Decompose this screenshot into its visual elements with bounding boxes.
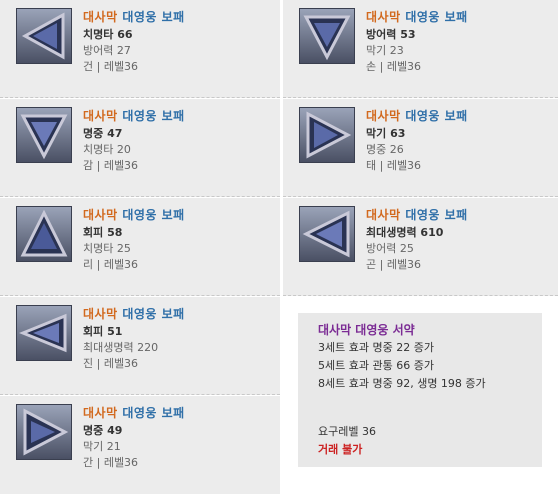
item-name: 대사막 대영웅 보패 [83,307,185,321]
bopae-triangle-icon [299,206,355,262]
item-card-2[interactable]: 대사막 대영웅 보패 방어력 53 막기 23 손 | 레벨36 [283,0,558,98]
item-slot-level: 간 | 레벨36 [83,456,139,469]
item-name: 대사막 대영웅 보패 [366,208,468,222]
item-main-stat: 치명타 66 [83,28,133,41]
item-sub-stat: 막기 23 [366,44,404,57]
set-effect-8: 8세트 효과 명중 92, 생명 198 증가 [318,377,486,390]
item-card-1[interactable]: 대사막 대영웅 보패 치명타 66 방어력 27 건 | 레벨36 [0,0,280,98]
bopae-triangle-icon [16,8,72,64]
bopae-triangle-icon [16,404,72,460]
bopae-triangle-icon [299,8,355,64]
bopae-triangle-icon [16,107,72,163]
item-name: 대사막 대영웅 보패 [83,208,185,222]
bopae-triangle-icon [299,107,355,163]
set-title: 대사막 대영웅 서약 [318,323,415,337]
item-slot-level: 감 | 레벨36 [83,159,139,172]
item-name: 대사막 대영웅 보패 [83,406,185,420]
item-sub-stat: 막기 21 [83,440,121,453]
item-name: 대사막 대영웅 보패 [366,10,468,24]
item-slot-level: 태 | 레벨36 [366,159,422,172]
item-main-stat: 최대생명력 610 [366,226,444,239]
set-effect-5: 5세트 효과 관통 66 증가 [318,359,434,372]
bopae-triangle-icon [16,206,72,262]
item-card-3[interactable]: 대사막 대영웅 보패 명중 47 치명타 20 감 | 레벨36 [0,99,280,197]
item-name: 대사막 대영웅 보패 [83,10,185,24]
item-slot-level: 진 | 레벨36 [83,357,139,370]
item-sub-stat: 치명타 20 [83,143,131,156]
item-slot-level: 리 | 레벨36 [83,258,139,271]
item-card-6[interactable]: 대사막 대영웅 보패 최대생명력 610 방어력 25 곤 | 레벨36 [283,198,558,296]
item-main-stat: 회피 58 [83,226,123,239]
item-main-stat: 명중 47 [83,127,123,140]
set-effect-panel: 대사막 대영웅 서약 3세트 효과 명중 22 증가 5세트 효과 관통 66 … [298,313,542,467]
set-effect-3: 3세트 효과 명중 22 증가 [318,341,434,354]
required-level: 요구레벨 36 [318,425,376,438]
item-sub-stat: 방어력 25 [366,242,414,255]
item-slot-level: 손 | 레벨36 [366,60,422,73]
item-name: 대사막 대영웅 보패 [366,109,468,123]
item-card-8[interactable]: 대사막 대영웅 보패 명중 49 막기 21 간 | 레벨36 [0,396,280,494]
item-sub-stat: 치명타 25 [83,242,131,255]
item-slot-level: 곤 | 레벨36 [366,258,422,271]
item-card-4[interactable]: 대사막 대영웅 보패 막기 63 명중 26 태 | 레벨36 [283,99,558,197]
item-card-5[interactable]: 대사막 대영웅 보패 회피 58 치명타 25 리 | 레벨36 [0,198,280,296]
trade-status: 거래 불가 [318,443,363,456]
item-card-7[interactable]: 대사막 대영웅 보패 회피 51 최대생명력 220 진 | 레벨36 [0,297,280,395]
item-sub-stat: 최대생명력 220 [83,341,159,354]
item-sub-stat: 명중 26 [366,143,404,156]
item-main-stat: 명중 49 [83,424,123,437]
item-main-stat: 방어력 53 [366,28,416,41]
item-name: 대사막 대영웅 보패 [83,109,185,123]
item-main-stat: 회피 51 [83,325,123,338]
bopae-triangle-icon [16,305,72,361]
item-sub-stat: 방어력 27 [83,44,131,57]
item-main-stat: 막기 63 [366,127,406,140]
item-slot-level: 건 | 레벨36 [83,60,139,73]
